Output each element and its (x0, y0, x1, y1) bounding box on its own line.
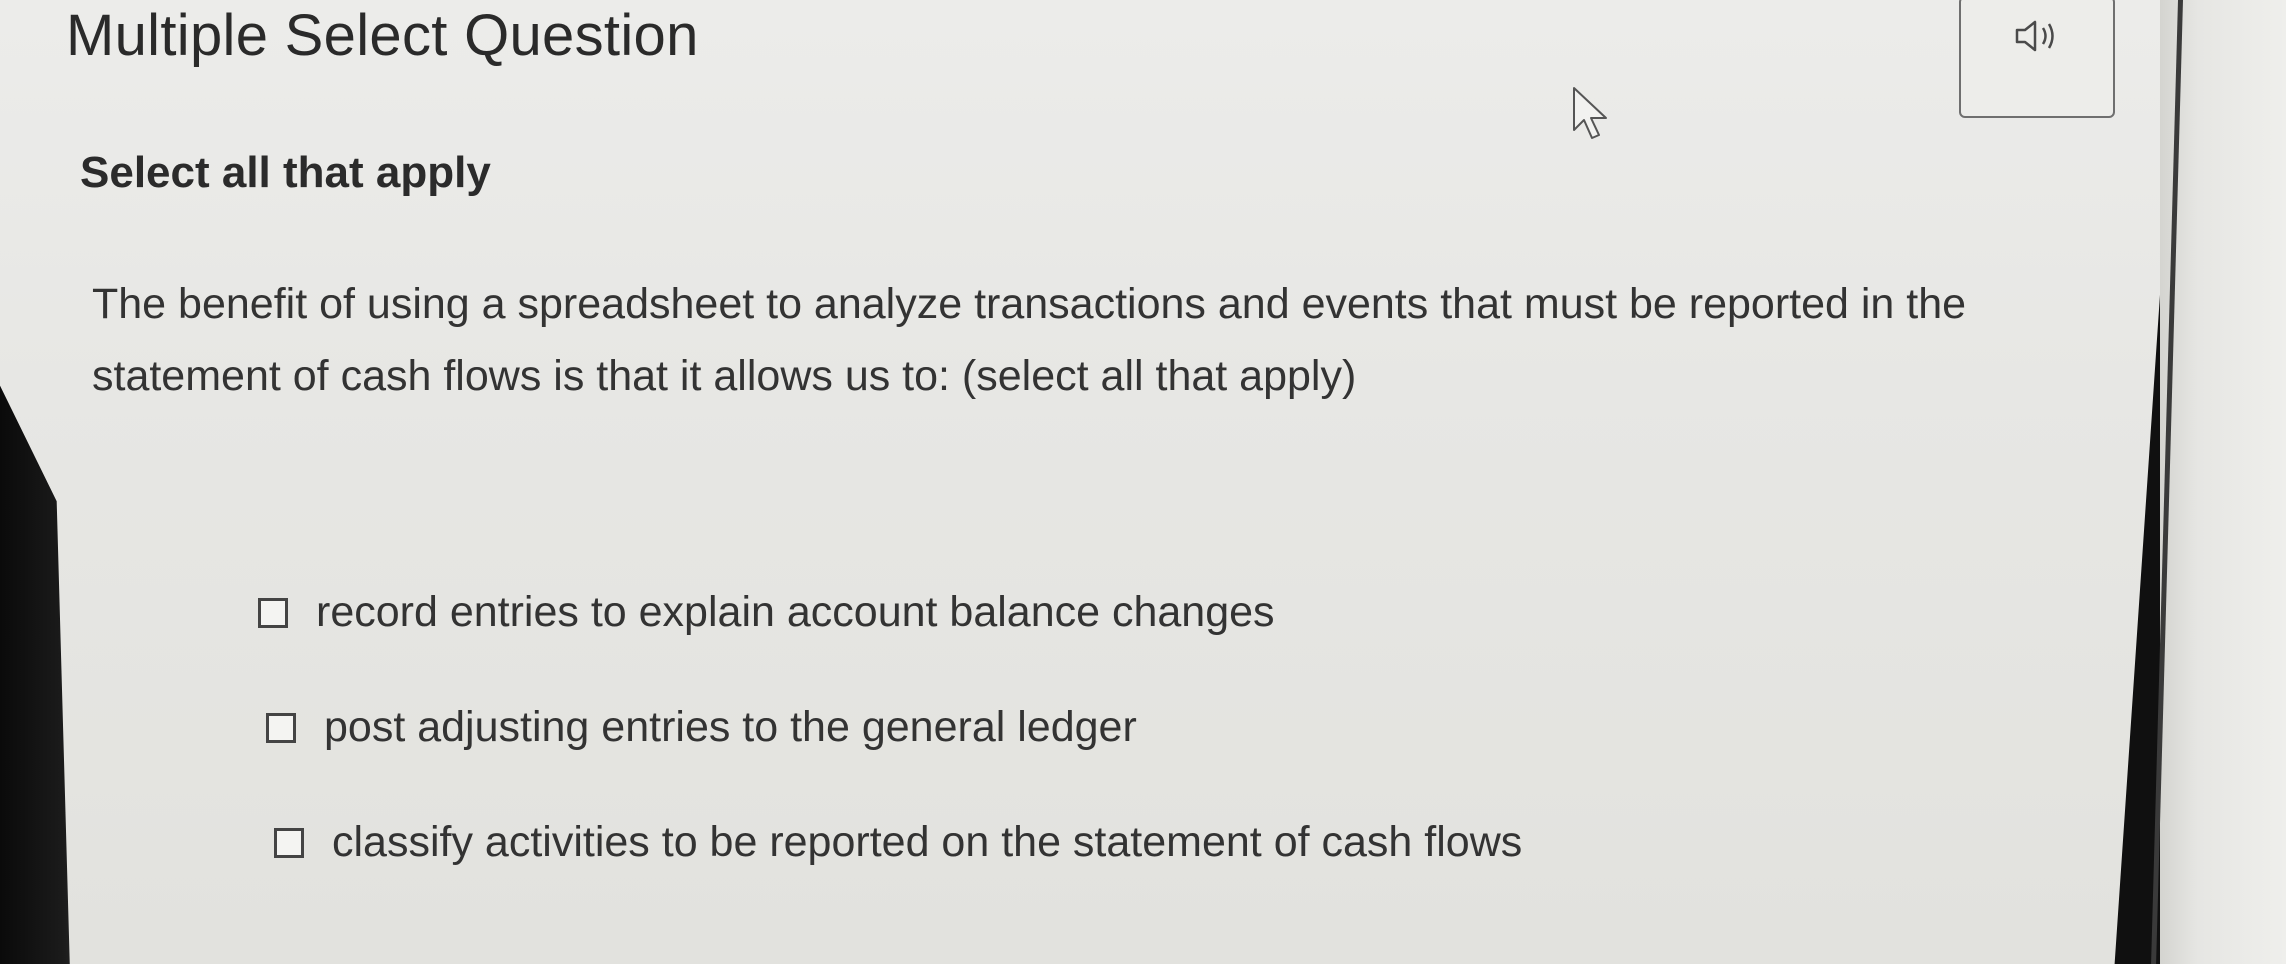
answer-option[interactable]: record entries to explain account balanc… (258, 588, 1275, 637)
option-label: post adjusting entries to the general le… (324, 703, 1137, 751)
question-type-title: Multiple Select Question (66, 3, 699, 68)
read-aloud-button[interactable] (1959, 0, 2115, 118)
instruction-text: Select all that apply (80, 148, 491, 197)
question-text: The benefit of using a spreadsheet to an… (92, 280, 1967, 400)
option-checkbox[interactable] (258, 597, 288, 628)
option-checkbox[interactable] (266, 712, 296, 743)
answer-option[interactable]: classify activities to be reported on th… (274, 818, 1522, 867)
option-label: record entries to explain account balanc… (316, 588, 1275, 636)
mouse-pointer-icon (1572, 86, 1612, 155)
option-label: classify activities to be reported on th… (332, 818, 1523, 866)
option-checkbox[interactable] (274, 827, 304, 858)
speaker-icon (2015, 20, 2054, 52)
answer-option[interactable]: post adjusting entries to the general le… (266, 703, 1137, 752)
